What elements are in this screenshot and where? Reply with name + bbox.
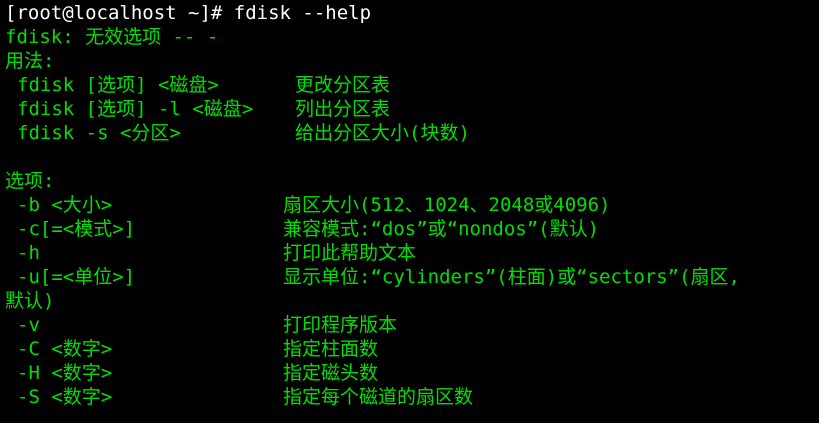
- option-flag: -C <数字>: [17, 338, 113, 360]
- option-flag: -c[=<模式>]: [17, 218, 136, 240]
- usage-line: fdisk -s <分区> 给出分区大小(块数): [0, 121, 819, 145]
- error-line: fdisk: 无效选项 -- -: [0, 25, 819, 49]
- option-flag: -v: [17, 314, 40, 336]
- option-line: -h 打印此帮助文本: [0, 241, 819, 265]
- wrap-continuation-line: 默认): [0, 289, 819, 313]
- option-description: 指定磁头数: [283, 362, 379, 384]
- options-header: 选项:: [5, 170, 55, 192]
- usage-description: 列出分区表: [295, 98, 391, 120]
- option-flag: -H <数字>: [17, 362, 113, 384]
- option-line: -C <数字> 指定柱面数: [0, 337, 819, 361]
- usage-line: fdisk [选项] <磁盘> 更改分区表: [0, 73, 819, 97]
- usage-line: fdisk [选项] -l <磁盘> 列出分区表: [0, 97, 819, 121]
- option-flag: -S <数字>: [17, 386, 113, 408]
- option-description: 打印此帮助文本: [283, 242, 417, 264]
- usage-header: 用法:: [5, 50, 55, 72]
- command-prompt: [root@localhost ~]# fdisk --help: [5, 2, 372, 24]
- terminal-window[interactable]: [root@localhost ~]# fdisk --help fdisk: …: [0, 0, 819, 423]
- option-line: -u[=<单位>] 显示单位:“cylinders”(柱面)或“sectors”…: [0, 265, 819, 289]
- usage-description: 给出分区大小(块数): [295, 122, 470, 144]
- option-line: -v 打印程序版本: [0, 313, 819, 337]
- option-line: -b <大小> 扇区大小(512、1024、2048或4096): [0, 193, 819, 217]
- usage-command: fdisk -s <分区>: [17, 122, 181, 144]
- option-description: 打印程序版本: [283, 314, 398, 336]
- option-flag: -b <大小>: [17, 194, 113, 216]
- usage-description: 更改分区表: [295, 74, 391, 96]
- option-line: -H <数字> 指定磁头数: [0, 361, 819, 385]
- usage-command: fdisk [选项] <磁盘>: [17, 74, 219, 96]
- option-description: 指定每个磁道的扇区数: [283, 386, 474, 408]
- usage-header-line: 用法:: [0, 49, 819, 73]
- usage-command: fdisk [选项] -l <磁盘>: [17, 98, 254, 120]
- option-flag: -h: [17, 242, 40, 264]
- option-description: 指定柱面数: [283, 338, 379, 360]
- wrap-continuation: 默认): [5, 290, 55, 312]
- option-description: 显示单位:“cylinders”(柱面)或“sectors”(扇区,: [283, 266, 740, 288]
- option-flag: -u[=<单位>]: [17, 266, 136, 288]
- option-line: -c[=<模式>] 兼容模式:“dos”或“nondos”(默认): [0, 217, 819, 241]
- error-message: fdisk: 无效选项 -- -: [5, 26, 219, 48]
- option-description: 兼容模式:“dos”或“nondos”(默认): [283, 218, 600, 240]
- option-description: 扇区大小(512、1024、2048或4096): [283, 194, 611, 216]
- option-line: -S <数字> 指定每个磁道的扇区数: [0, 385, 819, 409]
- command-prompt-line: [root@localhost ~]# fdisk --help: [0, 1, 819, 25]
- options-header-line: 选项:: [0, 169, 819, 193]
